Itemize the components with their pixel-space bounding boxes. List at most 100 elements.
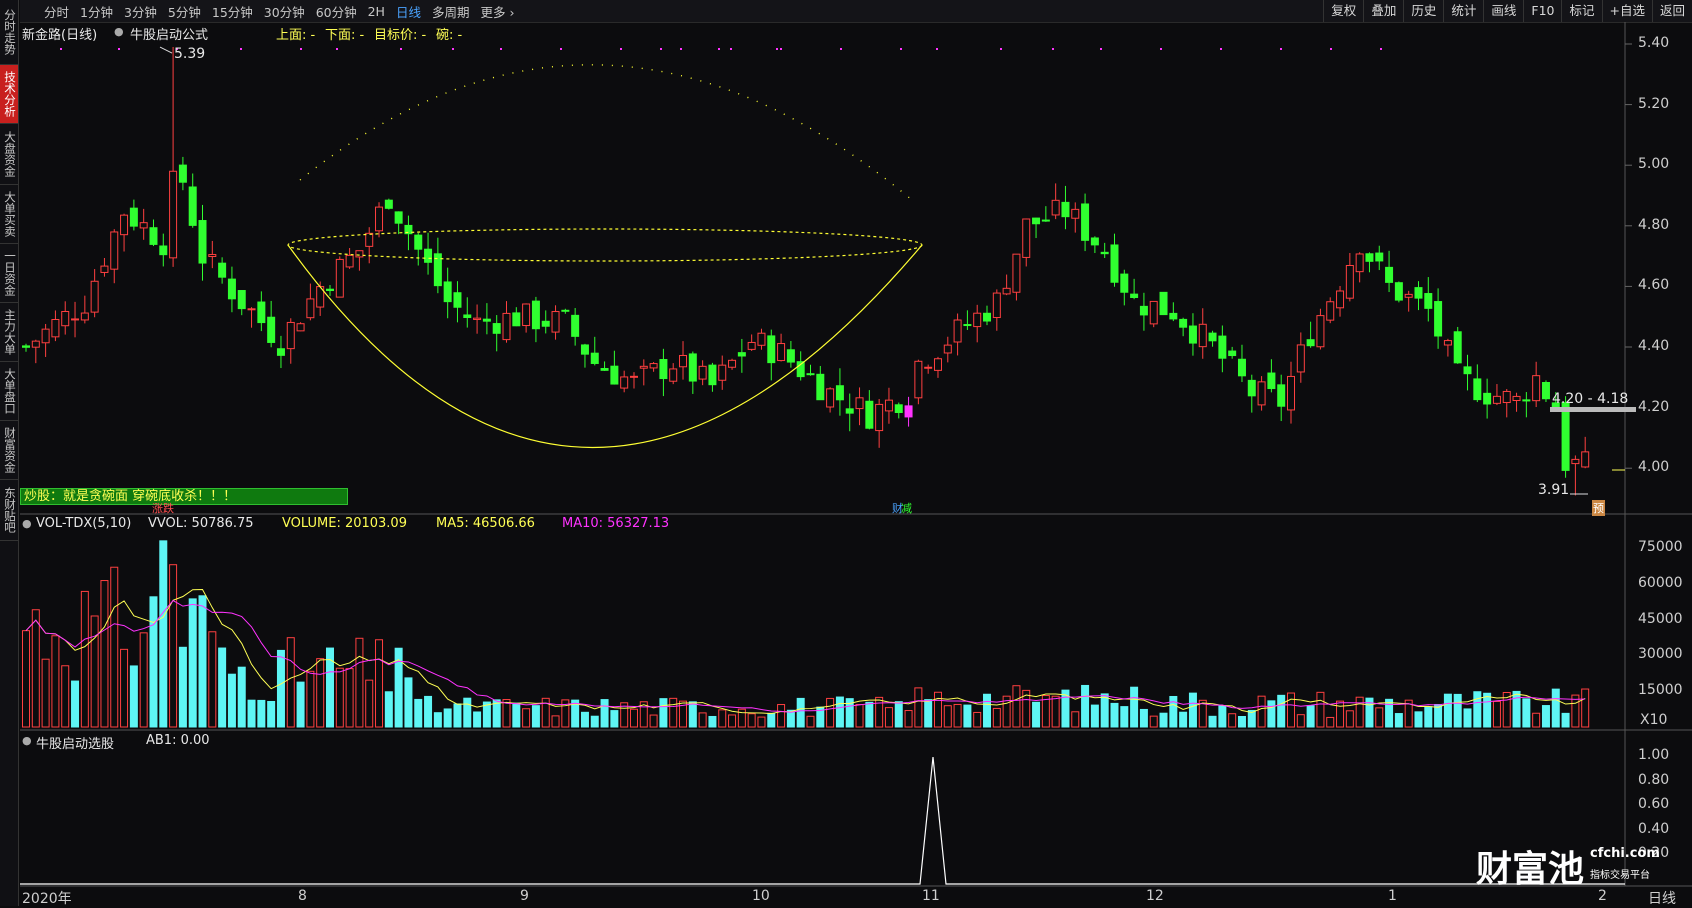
candle-body-36 <box>375 206 384 232</box>
kline-chart[interactable] <box>0 0 1692 906</box>
candle-body-10 <box>120 214 129 236</box>
vol-bar-116 <box>1159 712 1168 728</box>
candle-body-78 <box>786 349 795 363</box>
vol-bar-13 <box>149 596 158 728</box>
vol-bar-153 <box>1522 698 1531 728</box>
vol-bar-16 <box>178 646 187 728</box>
vol-bar-93 <box>933 691 942 728</box>
vol-bar-87 <box>875 696 884 728</box>
top-dot-a-11 <box>680 48 682 50</box>
vol-bar-124 <box>1237 715 1246 728</box>
candle-body-87 <box>875 403 884 432</box>
signal-toggle-icon[interactable]: ● <box>22 734 32 747</box>
price-tick-1: 5.20 <box>1638 95 1670 112</box>
vvol-value: VVOL: 50786.75 <box>148 516 254 531</box>
vol-bar-129 <box>1287 692 1296 728</box>
candle-body-95 <box>953 319 962 343</box>
vol-bar-139 <box>1385 698 1394 728</box>
vol-bar-159 <box>1581 688 1590 728</box>
vol-bar-145 <box>1443 693 1452 728</box>
vol-toggle-icon[interactable]: ● <box>22 517 32 530</box>
vol-bar-107 <box>1071 711 1080 728</box>
x-label-1: 8 <box>298 888 307 904</box>
vol-bar-134 <box>1336 700 1345 728</box>
candle-body-132 <box>1316 315 1325 348</box>
candle-body-124 <box>1237 358 1246 377</box>
candle-body-125 <box>1247 379 1256 397</box>
vol-bar-12 <box>139 632 148 728</box>
top-dot-a-0 <box>60 48 62 50</box>
top-dot-b-11 <box>1280 48 1282 50</box>
marker-yu[interactable]: 预 <box>1592 500 1605 516</box>
candle-body-8 <box>100 265 109 273</box>
vol-bar-136 <box>1355 696 1364 728</box>
vol-bar-89 <box>894 701 903 728</box>
candle-body-15 <box>169 170 178 259</box>
vol-bar-133 <box>1326 716 1335 728</box>
vol-title[interactable]: VOL-TDX(5,10) <box>36 516 131 531</box>
marker-jian[interactable]: 减 <box>901 500 912 516</box>
vol-bar-126 <box>1257 695 1266 728</box>
vol-bar-15 <box>169 564 178 728</box>
vol-bar-39 <box>404 677 413 728</box>
vol-bar-3 <box>51 635 60 728</box>
price-tick-0: 5.40 <box>1638 35 1670 51</box>
candle-body-11 <box>129 207 138 227</box>
candle-body-140 <box>1394 282 1403 301</box>
vol-bar-155 <box>1541 705 1550 728</box>
candle-body-46 <box>473 317 482 320</box>
vol-bar-140 <box>1394 713 1403 728</box>
candle-body-136 <box>1355 253 1364 273</box>
candle-body-144 <box>1434 301 1443 337</box>
vol-bar-76 <box>767 712 776 728</box>
candle-body-5 <box>71 318 80 321</box>
x-period-label[interactable]: 日线 <box>1648 888 1676 908</box>
top-dot-b-10 <box>1220 48 1222 50</box>
top-dot-b-4 <box>900 48 902 50</box>
vol-bar-152 <box>1512 690 1521 728</box>
vol-bar-43 <box>443 708 452 728</box>
vol-bar-122 <box>1218 705 1227 728</box>
top-dot-a-9 <box>560 48 562 50</box>
candle-body-91 <box>914 360 923 399</box>
vol-bar-115 <box>1149 715 1158 728</box>
candle-body-107 <box>1071 208 1080 219</box>
candle-body-131 <box>1306 339 1315 347</box>
signal-title[interactable]: 牛股启动选股 <box>36 733 114 752</box>
candle-body-55 <box>561 309 570 312</box>
candle-body-113 <box>1130 293 1139 299</box>
candle-body-29 <box>306 298 315 319</box>
candle-body-60 <box>610 365 619 385</box>
candle-body-28 <box>296 323 305 332</box>
candle-body-1 <box>31 340 40 348</box>
marker-zd[interactable]: 涨跌 <box>152 500 174 516</box>
vol-bar-142 <box>1414 711 1423 728</box>
candle-body-147 <box>1463 366 1472 375</box>
vol-bar-51 <box>522 708 531 728</box>
price-tick-5: 4.40 <box>1638 338 1670 354</box>
ma10-value: MA10: 56327.13 <box>562 516 670 531</box>
candle-body-138 <box>1375 252 1384 262</box>
low-price-label: 3.91 <box>1538 482 1570 498</box>
vol-bar-91 <box>914 687 923 728</box>
vol-bar-29 <box>306 670 315 728</box>
candle-body-18 <box>198 220 207 264</box>
vol-bar-33 <box>345 668 354 728</box>
vol-bar-37 <box>384 691 393 728</box>
vol-bar-58 <box>590 715 599 728</box>
vol-bar-147 <box>1463 708 1472 728</box>
candle-body-102 <box>1022 218 1031 258</box>
vol-bar-157 <box>1561 712 1570 728</box>
vol-bar-149 <box>1483 692 1492 728</box>
vol-bar-146 <box>1453 693 1462 728</box>
candle-body-82 <box>826 388 835 408</box>
candle-body-66 <box>669 368 678 382</box>
candle-body-38 <box>394 211 403 224</box>
top-dot-a-4 <box>300 48 302 50</box>
price-tick-7: 4.00 <box>1638 459 1670 476</box>
candle-body-145 <box>1443 340 1452 346</box>
vol-bar-77 <box>777 704 786 728</box>
vol-tick-1: 60000 <box>1638 574 1683 591</box>
vol-ma10-line <box>25 599 1586 713</box>
vol-bar-26 <box>276 649 285 728</box>
